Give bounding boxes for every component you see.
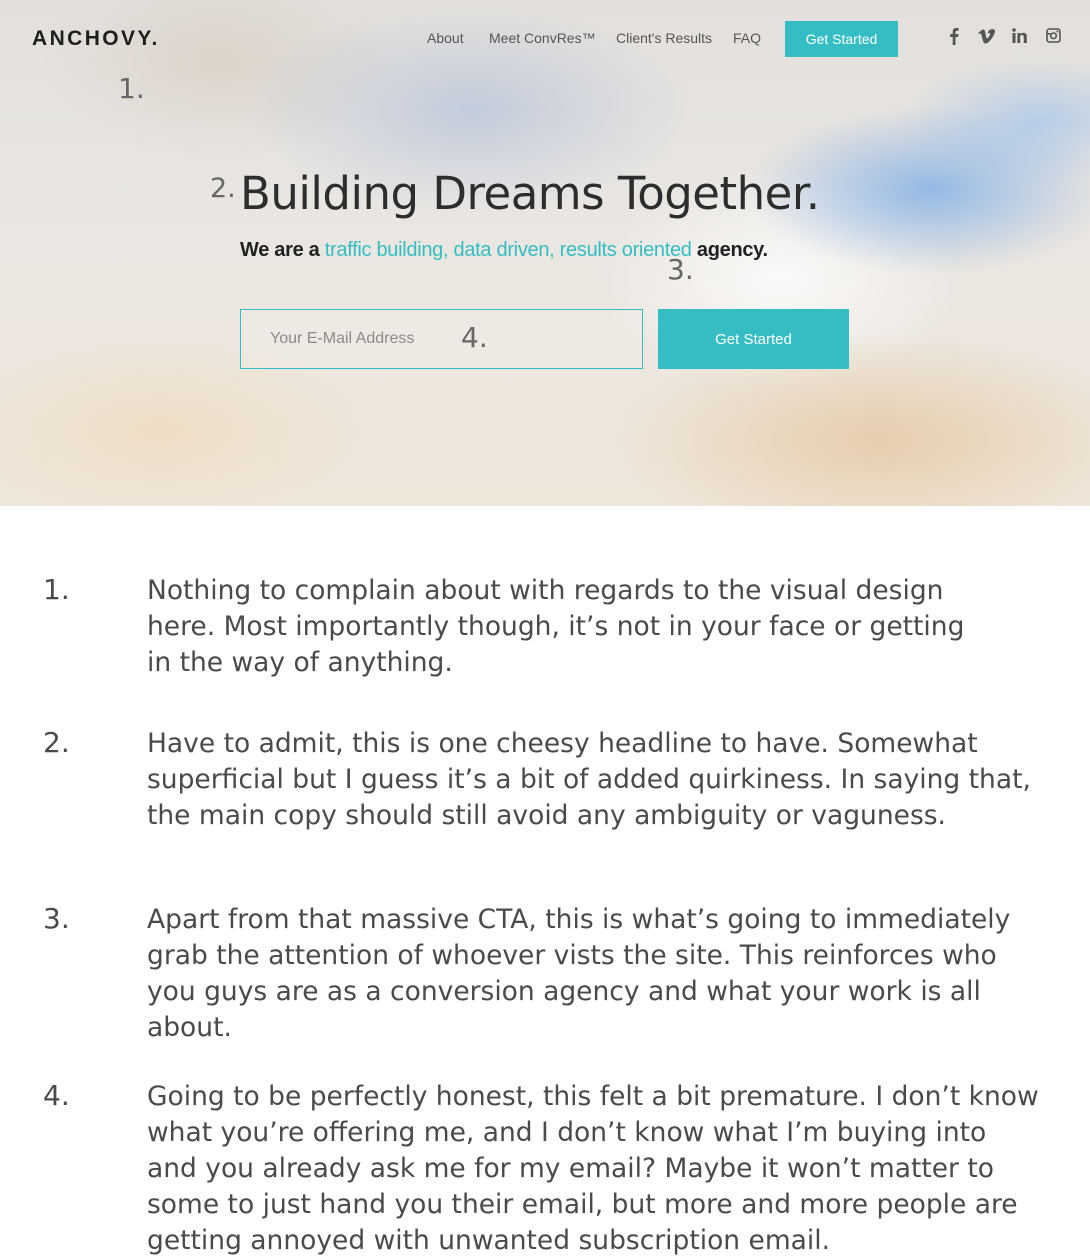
note-text: Apart from that massive CTA, this is wha…: [147, 904, 1011, 1043]
vimeo-icon[interactable]: [977, 29, 995, 45]
annotation-marker-4: 4.: [461, 321, 488, 354]
instagram-icon[interactable]: [1046, 28, 1061, 43]
annotation-marker-1: 1.: [118, 72, 145, 105]
note-number: 4.: [43, 1079, 70, 1112]
note-text: Going to be perfectly honest, this felt …: [147, 1081, 1039, 1256]
nav-link-meet-convres[interactable]: Meet ConvRes™: [489, 30, 596, 46]
subheadline-suffix: agency.: [691, 239, 768, 261]
nav-get-started-button[interactable]: Get Started: [785, 21, 898, 57]
nav-link-about[interactable]: About: [427, 30, 464, 46]
hero-headline: Building Dreams Together.: [240, 167, 820, 220]
nav-link-faq[interactable]: FAQ: [733, 30, 761, 46]
hero-get-started-button[interactable]: Get Started: [658, 309, 849, 369]
facebook-icon[interactable]: [949, 27, 959, 45]
note-number: 3.: [43, 902, 70, 935]
note-text: Nothing to complain about with regards t…: [147, 575, 965, 678]
note-number: 1.: [43, 573, 70, 606]
subheadline-prefix: We are a: [240, 239, 325, 261]
hero-section: ANCHOVY. About Meet ConvRes™ Client's Re…: [0, 0, 1090, 506]
hero-subheadline: We are a traffic building, data driven, …: [240, 239, 768, 262]
subheadline-accent: traffic building, data driven, results o…: [324, 239, 692, 261]
logo[interactable]: ANCHOVY.: [32, 27, 160, 51]
nav-link-clients-results[interactable]: Client's Results: [616, 30, 712, 46]
linkedin-icon[interactable]: [1012, 28, 1027, 43]
email-field[interactable]: [240, 309, 643, 369]
note-text: Have to admit, this is one cheesy headli…: [147, 728, 1031, 831]
note-number: 2.: [43, 726, 70, 759]
email-input[interactable]: [241, 310, 642, 368]
annotation-marker-2: 2.: [210, 173, 236, 204]
